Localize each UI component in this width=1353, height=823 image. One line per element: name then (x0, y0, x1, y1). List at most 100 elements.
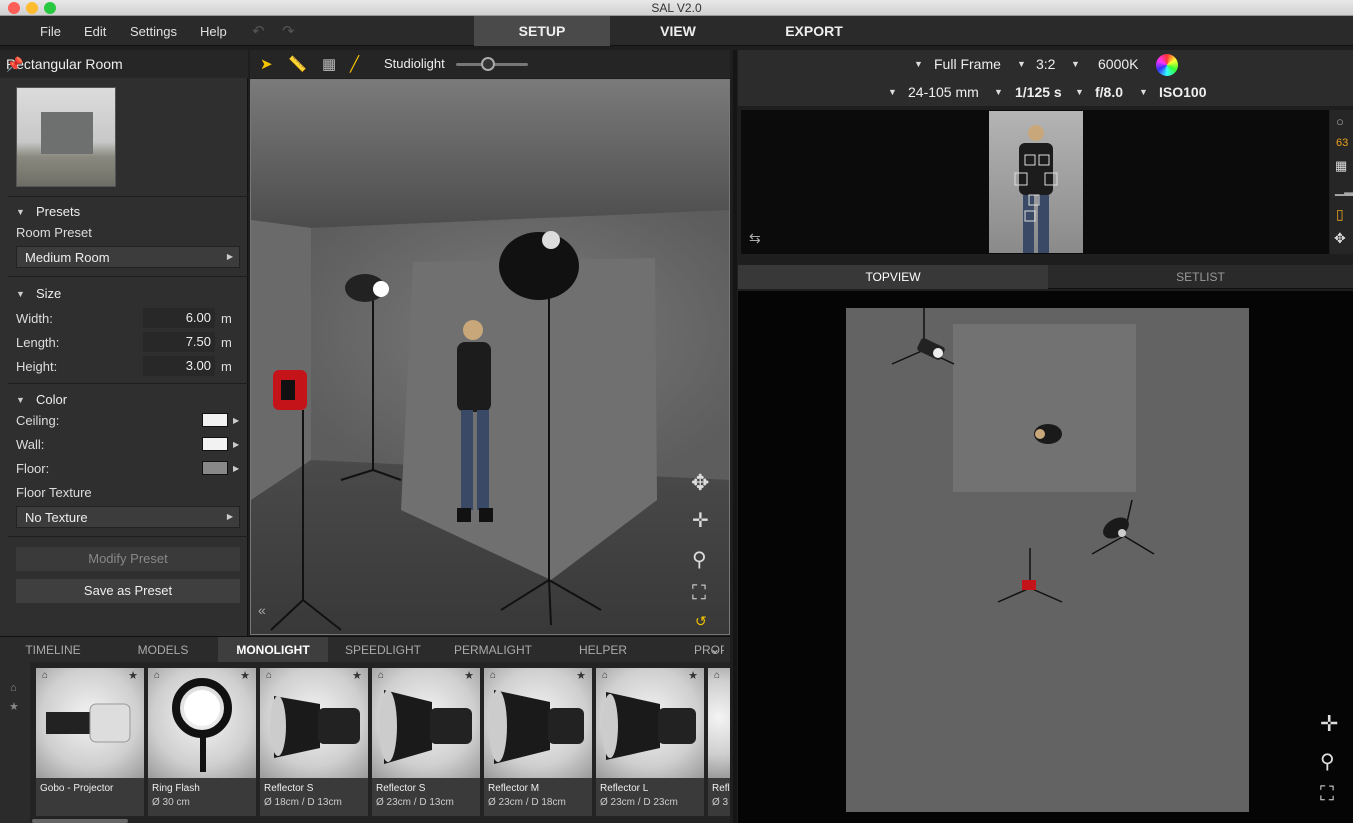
tab-topview[interactable]: TOPVIEW (738, 265, 1048, 289)
library-item-partial[interactable]: ⌂ Refl Ø 3 (708, 668, 730, 816)
line-tool-icon[interactable]: ╱ (350, 55, 359, 73)
presets-header: Presets (36, 204, 81, 219)
histogram-icon[interactable]: ▁▂ (1335, 182, 1353, 196)
favorite-star-icon[interactable]: ★ (240, 669, 250, 682)
white-balance-value[interactable]: 6000K (1098, 56, 1138, 72)
grid-icon[interactable]: ▦ (322, 55, 336, 73)
redo-icon[interactable]: ↷ (282, 22, 295, 40)
favorite-star-icon[interactable]: ★ (576, 669, 586, 682)
length-input[interactable]: 7.50 (143, 332, 215, 352)
iso-value[interactable]: ISO100 (1159, 84, 1206, 100)
ceiling-color-arrow-icon[interactable]: ▶ (233, 416, 239, 425)
tab-view[interactable]: VIEW (610, 16, 746, 46)
tab-timeline[interactable]: TIMELINE (0, 637, 106, 663)
swap-arrows-icon[interactable]: ⇆ (749, 230, 761, 247)
divider (8, 196, 248, 197)
height-input[interactable]: 3.00 (143, 356, 215, 376)
collapse-presets-icon[interactable]: ▼ (16, 207, 25, 217)
favorite-star-icon[interactable]: ★ (128, 669, 138, 682)
3d-viewport[interactable]: « ✥ ✛ ⚲ ⛶ ↺ (250, 79, 730, 635)
floor-texture-dropdown[interactable]: No Texture ▶ (16, 506, 240, 528)
tab-helper[interactable]: HELPER (550, 637, 656, 663)
wb-dropdown-arrow-icon[interactable]: ▼ (1071, 59, 1080, 69)
zoom-topview-icon[interactable]: ⚲ (1320, 749, 1335, 774)
aperture-dropdown-arrow-icon[interactable]: ▼ (1075, 87, 1084, 97)
favorites-filter-icon[interactable]: ★ (9, 700, 19, 713)
tab-export[interactable]: EXPORT (746, 16, 882, 46)
item-size: Ø 18cm / D 13cm (264, 797, 342, 808)
portrait-frame-icon[interactable]: ▯ (1336, 206, 1344, 223)
panel-splitter[interactable] (733, 50, 737, 823)
aperture-value[interactable]: f/8.0 (1095, 84, 1123, 100)
menu-help[interactable]: Help (200, 24, 227, 39)
iso-dropdown-arrow-icon[interactable]: ▼ (1139, 87, 1148, 97)
room-preset-dropdown[interactable]: Medium Room ▶ (16, 246, 240, 268)
favorite-star-icon[interactable]: ★ (352, 669, 362, 682)
collapse-color-icon[interactable]: ▼ (16, 395, 25, 405)
topview-light-1[interactable] (916, 337, 945, 361)
circle-icon[interactable]: ○ (1336, 114, 1344, 129)
favorite-star-icon[interactable]: ★ (464, 669, 474, 682)
lens-value[interactable]: 24-105 mm (908, 84, 979, 100)
floor-color-arrow-icon[interactable]: ▶ (233, 464, 239, 473)
topview-canvas[interactable]: ✛ ⚲ ⛶ (738, 291, 1353, 823)
studio-scene (251, 80, 729, 634)
wall-color-swatch[interactable] (202, 437, 228, 451)
collapse-panel-icon[interactable]: « (258, 602, 266, 618)
tab-monolight[interactable]: MONOLIGHT (218, 637, 328, 663)
sensor-format-value[interactable]: Full Frame (934, 56, 1001, 72)
undo-icon[interactable]: ↶ (252, 22, 265, 40)
save-preset-button[interactable]: Save as Preset (16, 579, 240, 603)
menu-edit[interactable]: Edit (84, 24, 106, 39)
menu-settings[interactable]: Settings (130, 24, 177, 39)
tab-permalight[interactable]: PERMALIGHT (440, 637, 546, 663)
home-filter-icon[interactable]: ⌂ (10, 682, 17, 694)
select-pointer-icon[interactable]: ➤ (260, 55, 273, 73)
modify-preset-button[interactable]: Modify Preset (16, 547, 240, 571)
tab-speedlight[interactable]: SPEEDLIGHT (330, 637, 436, 663)
pan-icon[interactable]: ✛ (692, 508, 709, 533)
favorite-star-icon[interactable]: ★ (688, 669, 698, 682)
menu-file[interactable]: File (40, 24, 61, 39)
ratio-dropdown-arrow-icon[interactable]: ▼ (1017, 59, 1026, 69)
ceiling-color-swatch[interactable] (202, 413, 228, 427)
reset-view-icon[interactable]: ↺ (695, 613, 707, 630)
zoom-icon[interactable]: ⚲ (692, 547, 707, 572)
orbit-icon[interactable]: ✥ (691, 470, 709, 496)
library-item-reflector-m[interactable]: ⌂ ★ Reflector M Ø 23cm / D 18cm (484, 668, 592, 816)
library-item-ring-flash[interactable]: ⌂ ★ Ring Flash Ø 30 cm (148, 668, 256, 816)
color-wheel-icon[interactable] (1156, 54, 1178, 76)
library-scrollbar[interactable] (32, 819, 128, 823)
home-icon: ⌂ (490, 670, 497, 681)
library-item-gobo-projector[interactable]: ⌂ ★ Gobo - Projector (36, 668, 144, 816)
wall-color-arrow-icon[interactable]: ▶ (233, 440, 239, 449)
floor-color-swatch[interactable] (202, 461, 228, 475)
format-dropdown-arrow-icon[interactable]: ▼ (914, 59, 923, 69)
lens-dropdown-arrow-icon[interactable]: ▼ (888, 87, 897, 97)
tabs-overflow-icon[interactable]: ⌄ (710, 642, 720, 656)
fit-topview-icon[interactable]: ⛶ (1320, 783, 1334, 806)
measure-ruler-icon[interactable]: 📏 (288, 55, 307, 73)
studiolight-slider-knob[interactable] (481, 57, 496, 71)
focus-grid-icon[interactable]: ▦ (1335, 158, 1347, 174)
tab-models[interactable]: MODELS (110, 637, 216, 663)
floor-label: Floor: (16, 461, 50, 476)
library-item-reflector-s-18[interactable]: ⌂ ★ Reflector S Ø 18cm / D 13cm (260, 668, 368, 816)
shutter-value[interactable]: 1/125 s (1015, 84, 1062, 100)
aspect-ratio-value[interactable]: 3:2 (1036, 56, 1055, 72)
fit-view-icon[interactable]: ⛶ (692, 582, 706, 605)
pan-topview-icon[interactable]: ✛ (1320, 711, 1338, 737)
topview-light-3[interactable] (1022, 580, 1036, 590)
home-icon: ⌂ (266, 670, 273, 681)
library-item-reflector-l[interactable]: ⌂ ★ Reflector L Ø 23cm / D 23cm (596, 668, 704, 816)
tab-setlist[interactable]: SETLIST (1048, 265, 1353, 289)
shutter-dropdown-arrow-icon[interactable]: ▼ (994, 87, 1003, 97)
move-camera-icon[interactable]: ✥ (1334, 230, 1346, 247)
collapse-size-icon[interactable]: ▼ (16, 289, 25, 299)
tab-setup[interactable]: SETUP (474, 16, 610, 46)
library-item-reflector-s-23[interactable]: ⌂ ★ Reflector S Ø 23cm / D 13cm (372, 668, 480, 816)
topview-model[interactable] (1034, 424, 1062, 444)
pin-icon[interactable]: 📌 (6, 56, 238, 73)
width-input[interactable]: 6.00 (143, 308, 215, 328)
camera-preview[interactable]: ⇆ (741, 110, 1329, 254)
